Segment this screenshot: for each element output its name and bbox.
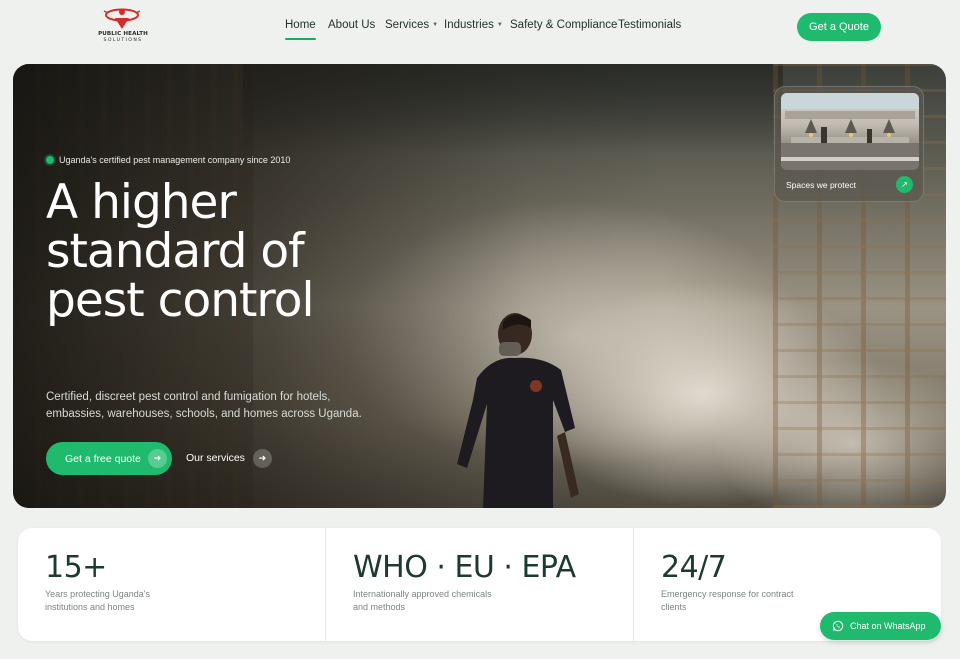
chevron-down-icon: ▼ — [432, 22, 439, 28]
nav-safety-compliance[interactable]: Safety & Compliance — [510, 19, 617, 31]
nav-home[interactable]: Home — [285, 19, 316, 40]
nav-industries[interactable]: Industries ▼ — [444, 19, 503, 31]
spaces-we-protect-label: Spaces we protect — [786, 180, 856, 190]
stat-value: WHO · EU · EPA — [353, 550, 576, 585]
chevron-down-icon: ▼ — [496, 22, 503, 28]
get-free-quote-label: Get a free quote — [65, 452, 141, 465]
status-dot-icon — [46, 156, 54, 164]
stat-value: 15+ — [45, 550, 107, 585]
stat-description: Years protecting Uganda's institutions a… — [45, 589, 150, 612]
spaces-we-protect-card[interactable]: Spaces we protect ↗ — [774, 86, 924, 202]
nav-safety-label: Safety & Compliance — [510, 19, 618, 31]
nav-about-us[interactable]: About Us — [328, 19, 375, 31]
hero-badge-text: Uganda's certified pest management compa… — [59, 155, 291, 165]
stats-panel: 15+ Years protecting Uganda's institutio… — [18, 528, 941, 641]
nav-about-label: About Us — [328, 19, 376, 31]
our-services-label: Our services — [186, 452, 245, 464]
arrow-right-icon: ➜ — [148, 449, 167, 468]
kitchen-thumbnail-image — [781, 93, 919, 170]
stat-description: Internationally approved chemicals and m… — [353, 589, 492, 612]
nav-services-label: Services — [385, 19, 430, 31]
arrow-right-icon: ➜ — [252, 448, 272, 468]
nav-services[interactable]: Services ▼ — [385, 19, 438, 31]
chat-on-whatsapp-button[interactable]: Chat on WhatsApp — [820, 612, 941, 640]
our-services-button[interactable]: Our services ➜ — [186, 448, 272, 468]
nav-testimonials[interactable]: Testimonials — [618, 19, 681, 31]
hero-section: Uganda's certified pest management compa… — [13, 64, 946, 508]
stat-item: 15+ Years protecting Uganda's institutio… — [18, 528, 325, 641]
hero-subtitle: Certified, discreet pest control and fum… — [46, 391, 362, 420]
hero-title: A higher standard of pest control — [46, 175, 315, 328]
stat-item: WHO · EU · EPA Internationally approved … — [325, 528, 632, 641]
site-header: PUBLIC HEALTH SOLUTIONS Home About Us Se… — [0, 0, 960, 58]
get-free-quote-button[interactable]: Get a free quote ➜ — [46, 442, 172, 475]
nav-testimonials-label: Testimonials — [618, 19, 682, 31]
nav-industries-label: Industries — [444, 19, 494, 31]
stat-description: Emergency response for contract clients — [661, 589, 794, 612]
whatsapp-label: Chat on WhatsApp — [850, 621, 926, 631]
get-a-quote-button[interactable]: Get a Quote — [797, 13, 881, 41]
arrow-up-right-icon: ↗ — [896, 176, 913, 193]
whatsapp-icon — [832, 620, 844, 632]
nav-home-label: Home — [285, 19, 316, 31]
hero-badge: Uganda's certified pest management compa… — [46, 155, 290, 165]
stat-value: 24/7 — [661, 550, 727, 585]
